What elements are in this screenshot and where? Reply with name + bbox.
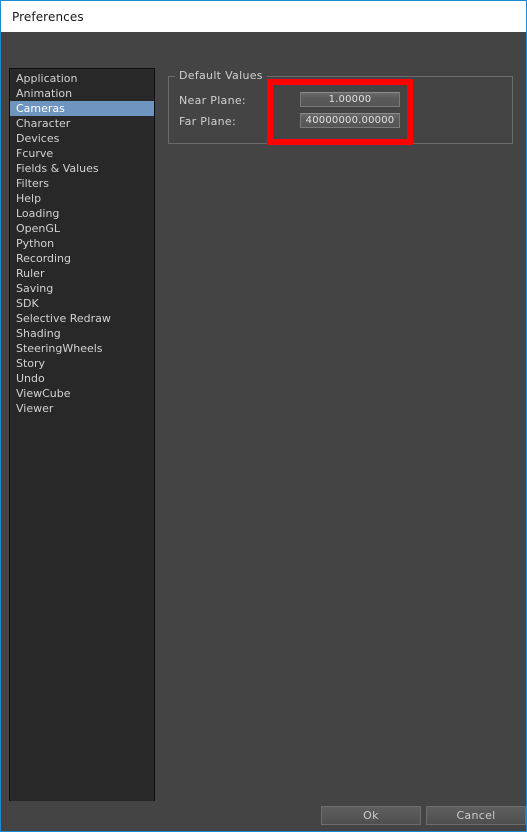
sidebar-item-viewer[interactable]: Viewer <box>10 401 154 416</box>
category-list[interactable]: Application Animation Cameras Character … <box>9 68 155 819</box>
sidebar-item-recording[interactable]: Recording <box>10 251 154 266</box>
sidebar-item-story[interactable]: Story <box>10 356 154 371</box>
near-plane-input[interactable]: 1.00000 <box>300 92 400 107</box>
sidebar-item-shading[interactable]: Shading <box>10 326 154 341</box>
far-plane-input[interactable]: 40000000.00000 <box>300 113 400 128</box>
sidebar-item-devices[interactable]: Devices <box>10 131 154 146</box>
title-bar: Preferences <box>1 1 526 32</box>
near-plane-label: Near Plane: <box>179 94 246 107</box>
dialog-footer: Ok Cancel <box>1 801 526 831</box>
cancel-button[interactable]: Cancel <box>426 806 526 825</box>
dialog-body: Application Animation Cameras Character … <box>1 32 526 831</box>
sidebar-item-cameras[interactable]: Cameras <box>10 101 154 116</box>
sidebar-item-ruler[interactable]: Ruler <box>10 266 154 281</box>
sidebar-item-opengl[interactable]: OpenGL <box>10 221 154 236</box>
sidebar-item-saving[interactable]: Saving <box>10 281 154 296</box>
near-plane-row: Near Plane: 1.00000 <box>169 92 512 110</box>
sidebar-item-steeringwheels[interactable]: SteeringWheels <box>10 341 154 356</box>
default-values-group: Default Values Near Plane: 1.00000 Far P… <box>168 69 513 144</box>
category-list-items: Application Animation Cameras Character … <box>10 69 154 416</box>
far-plane-row: Far Plane: 40000000.00000 <box>169 113 512 131</box>
sidebar-item-python[interactable]: Python <box>10 236 154 251</box>
sidebar-item-sdk[interactable]: SDK <box>10 296 154 311</box>
sidebar-item-application[interactable]: Application <box>10 71 154 86</box>
ok-button[interactable]: Ok <box>321 806 421 825</box>
sidebar-item-viewcube[interactable]: ViewCube <box>10 386 154 401</box>
sidebar-item-filters[interactable]: Filters <box>10 176 154 191</box>
window-title: Preferences <box>12 9 84 24</box>
far-plane-label: Far Plane: <box>179 115 236 128</box>
sidebar-item-character[interactable]: Character <box>10 116 154 131</box>
sidebar-item-help[interactable]: Help <box>10 191 154 206</box>
preferences-window: Preferences Application Animation Camera… <box>0 0 527 832</box>
sidebar-item-loading[interactable]: Loading <box>10 206 154 221</box>
sidebar-item-fcurve[interactable]: Fcurve <box>10 146 154 161</box>
sidebar-item-undo[interactable]: Undo <box>10 371 154 386</box>
group-title: Default Values <box>175 69 267 82</box>
sidebar-item-fields-and-values[interactable]: Fields & Values <box>10 161 154 176</box>
sidebar-item-selective-redraw[interactable]: Selective Redraw <box>10 311 154 326</box>
sidebar-item-animation[interactable]: Animation <box>10 86 154 101</box>
